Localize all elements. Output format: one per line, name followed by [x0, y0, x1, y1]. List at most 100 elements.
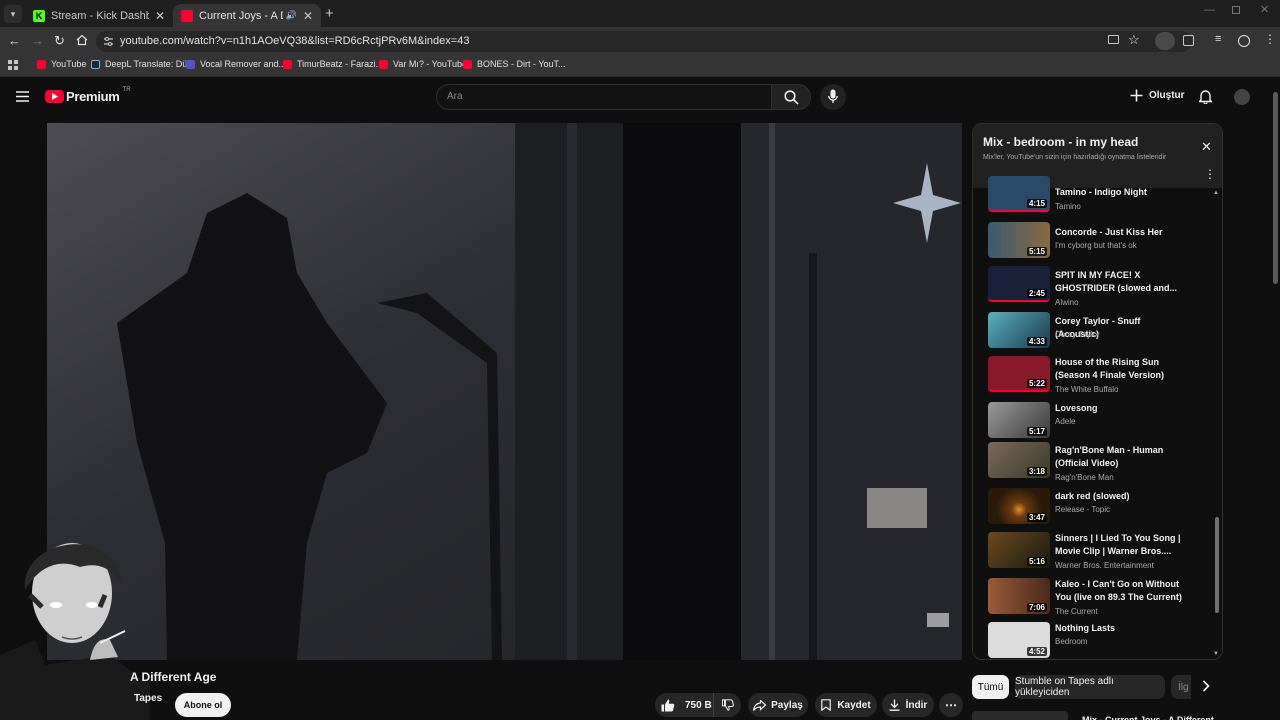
- video-frame: [47, 123, 962, 660]
- speaker-icon[interactable]: 🔊: [286, 10, 297, 21]
- item-title: House of the Rising Sun (Season 4 Finale…: [1055, 357, 1165, 380]
- more-actions-button[interactable]: ⋯: [939, 693, 963, 717]
- bookmark-vocal-remover[interactable]: Vocal Remover and...: [186, 59, 286, 69]
- thumbnail: 5:17: [988, 402, 1050, 438]
- playlist-item[interactable]: 3:18 Rag'n'Bone Man - Human (Official Vi…: [988, 442, 1213, 484]
- download-label: İndir: [905, 699, 928, 711]
- search-button[interactable]: [771, 84, 811, 110]
- download-button[interactable]: İndir: [882, 693, 934, 717]
- playlist-item[interactable]: 4:52 Nothing Lasts Bedroom: [988, 622, 1213, 659]
- item-channel: The Current: [1055, 607, 1098, 616]
- vocal-remover-icon: [186, 59, 195, 69]
- save-button[interactable]: Kaydet: [815, 693, 877, 717]
- playlist-scrollbar[interactable]: [1215, 517, 1219, 613]
- next-up-title: Mix - Current Joys - A Different...: [1082, 715, 1222, 720]
- download-icon: [889, 699, 900, 711]
- notifications-bell-icon[interactable]: [1199, 89, 1212, 104]
- logo-text: Premium: [66, 89, 120, 104]
- menu-hamburger-icon[interactable]: [16, 91, 29, 102]
- chip-uploader[interactable]: Stumble on Tapes adlı yükleyiciden: [1015, 675, 1165, 699]
- playlist-item[interactable]: 4:15 Tamino - Indigo Night Tamino: [988, 176, 1213, 218]
- duration-badge: 4:33: [1026, 337, 1047, 346]
- thumbnail: 7:06: [988, 578, 1050, 614]
- new-tab-button[interactable]: +: [325, 5, 334, 22]
- microphone-icon: [828, 89, 838, 103]
- extension-shield-icon[interactable]: [1155, 32, 1175, 50]
- youtube-icon: [37, 59, 46, 69]
- tab-kick-dashboard[interactable]: K Stream - Kick Dashboard ✕: [25, 4, 173, 27]
- window-minimize-icon[interactable]: —: [1204, 4, 1215, 16]
- duration-badge: 5:16: [1026, 557, 1047, 566]
- playlist-item[interactable]: 5:17 Lovesong Adele: [988, 402, 1213, 444]
- account-avatar[interactable]: [1234, 89, 1250, 105]
- apps-grid-icon[interactable]: [8, 60, 18, 70]
- item-channel: Tamino: [1055, 202, 1081, 211]
- facecam-overlay: [0, 535, 150, 720]
- chip-all[interactable]: Tümü: [972, 675, 1009, 699]
- duration-badge: 5:22: [1026, 379, 1047, 388]
- youtube-logo[interactable]: Premium TR: [45, 87, 131, 104]
- extensions-puzzle-icon[interactable]: [1183, 35, 1194, 46]
- youtube-icon: [283, 59, 292, 69]
- bookmark-star-icon[interactable]: ☆: [1128, 32, 1140, 48]
- media-control-icon[interactable]: ≡: [1215, 33, 1221, 45]
- bookmark-bones-dirt[interactable]: BONES - Dirt - YouT...: [463, 59, 566, 69]
- duration-badge: 4:52: [1026, 647, 1047, 656]
- thumbnail: 5:22: [988, 356, 1050, 392]
- playlist-item[interactable]: 7:06 Kaleo - I Can't Go on Without You (…: [988, 578, 1213, 620]
- tab-close-icon[interactable]: ✕: [155, 9, 165, 23]
- dislike-button[interactable]: [713, 693, 741, 717]
- reload-icon[interactable]: ↻: [54, 33, 65, 49]
- thumbs-up-icon: [661, 699, 675, 711]
- playlist-close-icon[interactable]: ✕: [1201, 139, 1212, 155]
- scroll-up-icon[interactable]: ▲: [1213, 190, 1219, 196]
- browser-menu-icon[interactable]: ⋮: [1264, 32, 1276, 46]
- bookmark-deepl[interactable]: DeepL Translate: Dü...: [91, 59, 195, 69]
- home-icon[interactable]: [76, 34, 88, 46]
- playlist-item[interactable]: 5:16 Sinners | I Lied To You Song | Movi…: [988, 532, 1213, 574]
- url-text: youtube.com/watch?v=n1h1AOeVQ38&list=RD6…: [120, 35, 470, 47]
- video-title: A Different Age: [130, 670, 217, 684]
- bookmark-var-mi[interactable]: Var Mı? - YouTube: [379, 59, 467, 69]
- window-restore-icon[interactable]: [1232, 6, 1240, 14]
- deepl-icon: [91, 59, 100, 69]
- search-input[interactable]: Ara: [436, 84, 772, 110]
- playlist-item[interactable]: 5:15 Concorde - Just Kiss Her I'm cyborg…: [988, 222, 1213, 264]
- item-channel: Adele: [1055, 417, 1076, 426]
- duration-badge: 3:18: [1026, 467, 1047, 476]
- playlist-item[interactable]: 4:33 Corey Taylor - Snuff (Acoustic) Cor…: [988, 312, 1213, 354]
- chips-next-chevron-icon[interactable]: [1202, 680, 1210, 692]
- forward-icon[interactable]: →: [31, 33, 44, 48]
- bookmark-timurbeatz[interactable]: TimurBeatz - Farazi...: [283, 59, 383, 69]
- like-button[interactable]: 750 B: [655, 693, 713, 717]
- subscribe-button[interactable]: Abone ol: [175, 693, 231, 717]
- share-button[interactable]: Paylaş: [748, 693, 808, 717]
- thumbnail: 4:33: [988, 312, 1050, 348]
- duration-badge: 2:45: [1026, 289, 1047, 298]
- window-close-icon[interactable]: ✕: [1260, 3, 1269, 16]
- back-icon[interactable]: ←: [8, 33, 21, 48]
- playlist-item[interactable]: 3:47 dark red (slowed) Release - Topic: [988, 488, 1213, 530]
- site-info-icon[interactable]: [103, 36, 114, 47]
- tab-search-button[interactable]: ▾: [4, 5, 22, 23]
- chip-related[interactable]: İlg: [1171, 675, 1191, 699]
- tab-youtube-current[interactable]: Current Joys - A Different A 🔊 ✕: [173, 4, 321, 27]
- install-app-icon[interactable]: [1108, 35, 1119, 44]
- tab-close-icon[interactable]: ✕: [303, 9, 313, 23]
- profile-icon[interactable]: [1238, 35, 1250, 47]
- share-label: Paylaş: [771, 699, 803, 711]
- playlist-item[interactable]: 5:22 House of the Rising Sun (Season 4 F…: [988, 356, 1213, 398]
- create-label: Oluştur: [1149, 90, 1185, 101]
- scroll-down-icon[interactable]: ▼: [1213, 651, 1219, 657]
- duration-badge: 7:06: [1026, 603, 1047, 612]
- playlist-item[interactable]: 2:45 SPIT IN MY FACE! X GHOSTRIDER (slow…: [988, 266, 1213, 308]
- bookmark-youtube[interactable]: YouTube: [37, 59, 86, 69]
- channel-name[interactable]: Tapes: [134, 693, 162, 704]
- video-player[interactable]: [47, 123, 962, 660]
- youtube-icon: [181, 9, 193, 22]
- voice-search-button[interactable]: [820, 84, 846, 110]
- create-button[interactable]: Oluştur: [1130, 89, 1185, 102]
- next-up-thumbnail[interactable]: [972, 711, 1068, 720]
- plus-icon: [1130, 89, 1143, 102]
- page-scrollbar[interactable]: [1273, 92, 1278, 284]
